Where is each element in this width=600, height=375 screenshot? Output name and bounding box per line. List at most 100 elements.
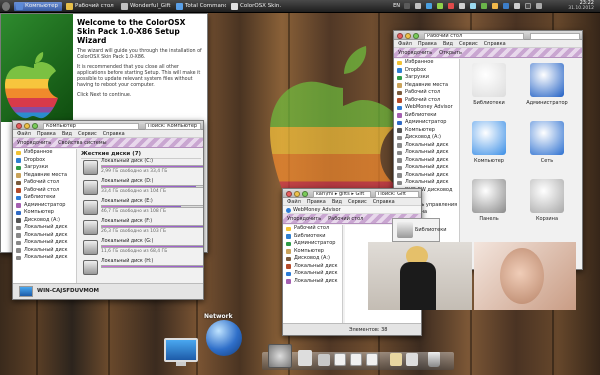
menu-item[interactable]: Справка bbox=[103, 131, 125, 137]
webmoney-toolbar[interactable]: WebMoney Advisor bbox=[283, 206, 421, 214]
nav-item[interactable]: Администратор bbox=[13, 202, 76, 210]
menu-item[interactable]: Правка bbox=[418, 41, 437, 47]
file-icon[interactable] bbox=[350, 353, 362, 366]
menu-item[interactable]: Упорядочить bbox=[17, 140, 51, 146]
menu-item[interactable]: Файл bbox=[287, 199, 301, 205]
photo-thumbnail[interactable] bbox=[474, 242, 576, 310]
menu-item[interactable]: Вид bbox=[443, 41, 453, 47]
nav-item[interactable]: Администратор bbox=[394, 119, 459, 127]
nav-item[interactable]: Рабочий стол bbox=[13, 179, 76, 187]
tray-app-icon[interactable] bbox=[503, 3, 509, 9]
nav-item[interactable]: Локальный диск bbox=[13, 224, 76, 232]
menu-item[interactable]: Сервис bbox=[348, 199, 367, 205]
tray-app-icon[interactable] bbox=[525, 3, 531, 9]
menu-item[interactable]: Упорядочить bbox=[398, 50, 432, 56]
nav-item[interactable]: Локальный диск bbox=[394, 172, 459, 180]
nav-item[interactable]: Локальный диск bbox=[13, 239, 76, 247]
close-icon[interactable] bbox=[16, 123, 22, 129]
tray-app-icon[interactable] bbox=[437, 3, 443, 9]
nav-item[interactable]: Локальный диск bbox=[283, 263, 342, 271]
menu-item[interactable]: Вид bbox=[62, 131, 72, 137]
nav-item[interactable]: Избранное bbox=[394, 59, 459, 67]
volume-icon[interactable] bbox=[459, 3, 465, 9]
desktop-network-shortcut[interactable]: Network bbox=[204, 313, 254, 358]
nav-item[interactable]: Администратор bbox=[283, 240, 342, 248]
nav-item[interactable]: Локальный диск bbox=[394, 179, 459, 187]
minimize-icon[interactable] bbox=[294, 191, 300, 197]
tray-app-icon[interactable] bbox=[481, 3, 487, 9]
nav-item[interactable]: Локальный диск bbox=[394, 164, 459, 172]
menu-item[interactable]: Правка bbox=[307, 199, 326, 205]
nav-item[interactable]: Дисковод (A:) bbox=[13, 217, 76, 225]
nav-item[interactable]: Загрузки bbox=[13, 164, 76, 172]
tray-app-icon[interactable] bbox=[514, 3, 520, 9]
nav-item[interactable]: Компьютер bbox=[283, 248, 342, 256]
maximize-icon[interactable] bbox=[302, 191, 308, 197]
drive-item[interactable]: Локальный диск (G:) 11,6 ГБ свободно из 6… bbox=[83, 239, 203, 257]
help-icon[interactable] bbox=[404, 3, 410, 9]
nav-item[interactable]: Недавние места bbox=[13, 172, 76, 180]
taskbar-button[interactable]: Total Command... bbox=[174, 2, 226, 11]
nav-item[interactable]: Дисковод (A:) bbox=[394, 134, 459, 142]
file-icon[interactable] bbox=[366, 353, 378, 366]
nav-item[interactable]: Локальный диск bbox=[394, 149, 459, 157]
nav-item[interactable]: Рабочий стол bbox=[394, 97, 459, 105]
menu-item[interactable]: Сервис bbox=[78, 131, 97, 137]
menu-item[interactable]: Рабочий стол bbox=[328, 216, 363, 222]
search-input[interactable]: Поиск: Gift bbox=[375, 191, 419, 198]
desktop-computer-icon[interactable] bbox=[164, 338, 198, 362]
nav-item[interactable]: Избранное bbox=[13, 149, 76, 157]
nav-item[interactable]: Библиотеки bbox=[13, 194, 76, 202]
address-bar[interactable]: Компьютер bbox=[43, 123, 139, 130]
desktop-item[interactable]: Панель bbox=[464, 179, 514, 227]
photo-thumbnail[interactable] bbox=[368, 242, 472, 310]
desktop-item[interactable]: Компьютер bbox=[464, 121, 514, 169]
menu-item[interactable]: Файл bbox=[17, 131, 31, 137]
nav-item[interactable]: Компьютер bbox=[13, 209, 76, 217]
tray-app-icon[interactable] bbox=[426, 3, 432, 9]
menu-item[interactable]: Правка bbox=[37, 131, 56, 137]
nav-item[interactable]: Дисковод (A:) bbox=[283, 255, 342, 263]
archive-icon[interactable] bbox=[390, 353, 402, 366]
menu-item[interactable]: Справка bbox=[373, 199, 395, 205]
nav-item[interactable]: WebMoney Advisor bbox=[394, 104, 459, 112]
close-icon[interactable] bbox=[397, 33, 403, 39]
maximize-icon[interactable] bbox=[413, 33, 419, 39]
menu-item[interactable]: Справка bbox=[484, 41, 506, 47]
tray-app-icon[interactable] bbox=[448, 3, 454, 9]
tray-app-icon[interactable] bbox=[536, 3, 542, 9]
nav-item[interactable]: Локальный диск bbox=[394, 157, 459, 165]
minimize-icon[interactable] bbox=[24, 123, 30, 129]
taskbar-button[interactable]: Wonderful_Gift... bbox=[119, 2, 171, 11]
maximize-icon[interactable] bbox=[32, 123, 38, 129]
drive-item[interactable]: Локальный диск (H:) bbox=[83, 259, 203, 277]
desktop-item[interactable]: Сеть bbox=[522, 121, 572, 169]
language-indicator[interactable]: EN bbox=[393, 3, 400, 9]
nav-item[interactable]: Dropbox bbox=[394, 67, 459, 75]
drive-item[interactable]: Локальный диск (D:) 33,4 ГБ свободно из 1… bbox=[83, 179, 203, 197]
desktop-item[interactable]: Корзина bbox=[522, 179, 572, 227]
nav-item[interactable]: Локальный диск bbox=[283, 278, 342, 286]
control-panel-icon[interactable] bbox=[268, 344, 292, 368]
nav-item[interactable]: Компьютер bbox=[394, 127, 459, 135]
tray-app-icon[interactable] bbox=[492, 3, 498, 9]
library-header[interactable]: Библиотеки bbox=[392, 218, 447, 242]
nav-item[interactable]: Рабочий стол bbox=[394, 89, 459, 97]
taskbar-button[interactable]: Компьютер bbox=[14, 2, 62, 11]
close-icon[interactable] bbox=[286, 191, 292, 197]
menu-item[interactable]: Свойства системы bbox=[58, 140, 106, 146]
menu-item[interactable]: Сервис bbox=[459, 41, 478, 47]
nav-item[interactable]: Локальный диск bbox=[283, 270, 342, 278]
game-controller-icon[interactable] bbox=[298, 350, 312, 366]
network-tray-icon[interactable] bbox=[470, 3, 476, 9]
drive-item[interactable]: Локальный диск (E:) 46,7 ГБ свободно из 1… bbox=[83, 199, 203, 217]
nav-item[interactable]: Рабочий стол bbox=[283, 225, 342, 233]
search-input[interactable] bbox=[530, 33, 580, 40]
menu-item[interactable]: Файл bbox=[398, 41, 412, 47]
nav-item[interactable]: Dropbox bbox=[13, 157, 76, 165]
drive-item[interactable]: Локальный диск (F:) 26,3 ГБ свободно из 1… bbox=[83, 219, 203, 237]
nav-item[interactable]: Локальный диск bbox=[13, 254, 76, 262]
nav-item[interactable]: Загрузки bbox=[394, 74, 459, 82]
nav-item[interactable]: Локальный диск bbox=[13, 247, 76, 255]
address-bar[interactable]: karl\ml ▸ gifts ▸ Gift bbox=[313, 191, 371, 198]
